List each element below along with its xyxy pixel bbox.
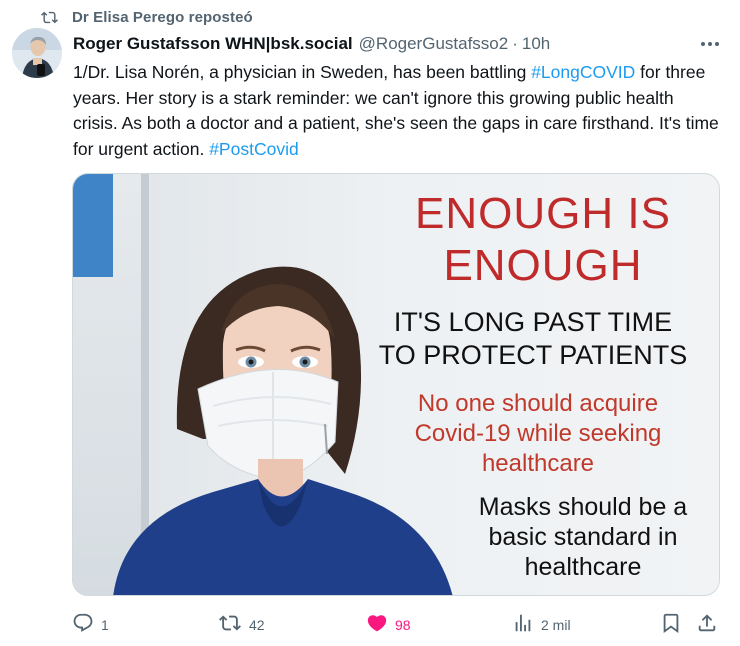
separator-dot: ·	[512, 34, 518, 53]
analytics-icon	[512, 612, 534, 639]
avatar[interactable]	[12, 28, 62, 78]
author-name[interactable]: Roger Gustafsson WHN|bsk.social	[73, 34, 353, 54]
retweet-icon	[218, 612, 242, 639]
poster-red-line2: Covid-19 while seeking	[414, 420, 662, 447]
repost-icon	[38, 6, 60, 28]
like-count: 98	[395, 617, 411, 633]
more-options-icon[interactable]	[698, 33, 722, 55]
poster-red-message: No one should acquire Covid-19 while see…	[373, 389, 703, 479]
heart-filled-icon	[366, 612, 388, 639]
poster-subheadline: IT'S LONG PAST TIME TO PROTECT PATIENTS	[353, 306, 713, 372]
reply-button[interactable]: 1	[72, 610, 109, 640]
tweet-header: Roger Gustafsson WHN|bsk.social @RogerGu…	[73, 32, 726, 56]
repost-button[interactable]: 42	[218, 610, 265, 640]
view-count: 2 mil	[541, 617, 571, 633]
hashtag-longcovid[interactable]: #LongCOVID	[531, 62, 635, 82]
poster-black-line1: Masks should be a	[478, 493, 688, 521]
repost-indicator[interactable]: Dr Elisa Perego reposteó	[38, 6, 253, 28]
repost-text[interactable]: Dr Elisa Perego reposteó	[72, 9, 253, 26]
like-button[interactable]: 98	[366, 610, 411, 640]
poster-red-line1: No one should acquire	[417, 390, 659, 417]
hashtag-postcovid[interactable]: #PostCovid	[209, 139, 299, 159]
poster-headline-line1: ENOUGH IS	[415, 189, 671, 238]
tweet-text-part1: 1/Dr. Lisa Norén, a physician in Sweden,…	[73, 62, 532, 82]
poster-headline: ENOUGH IS ENOUGH	[373, 188, 713, 292]
poster-sub-line1: IT'S LONG PAST TIME	[393, 307, 673, 337]
poster-mask-message: Masks should be a basic standard in heal…	[453, 492, 713, 582]
poster-red-line3: healthcare	[481, 450, 595, 477]
poster-black-line3: healthcare	[524, 553, 642, 581]
tweet-media-image[interactable]: ENOUGH IS ENOUGH IT'S LONG PAST TIME TO …	[72, 173, 720, 596]
reply-icon	[72, 612, 94, 639]
share-icon	[696, 612, 718, 639]
views-button[interactable]: 2 mil	[512, 610, 571, 640]
author-handle[interactable]: @RogerGustafsso2	[359, 34, 509, 54]
poster-black-line2: basic standard in	[488, 523, 678, 551]
poster-sub-line2: TO PROTECT PATIENTS	[378, 340, 688, 370]
tweet-text: 1/Dr. Lisa Norén, a physician in Sweden,…	[73, 60, 723, 162]
share-button[interactable]	[696, 610, 718, 640]
tweet-timestamp[interactable]: 10h	[522, 34, 550, 54]
tweet-action-bar: 1 42 98 2 mil	[72, 610, 732, 640]
poster-headline-line2: ENOUGH	[443, 241, 643, 290]
bookmark-button[interactable]	[660, 610, 682, 640]
bookmark-icon	[660, 612, 682, 639]
reply-count: 1	[101, 617, 109, 633]
repost-count: 42	[249, 617, 265, 633]
